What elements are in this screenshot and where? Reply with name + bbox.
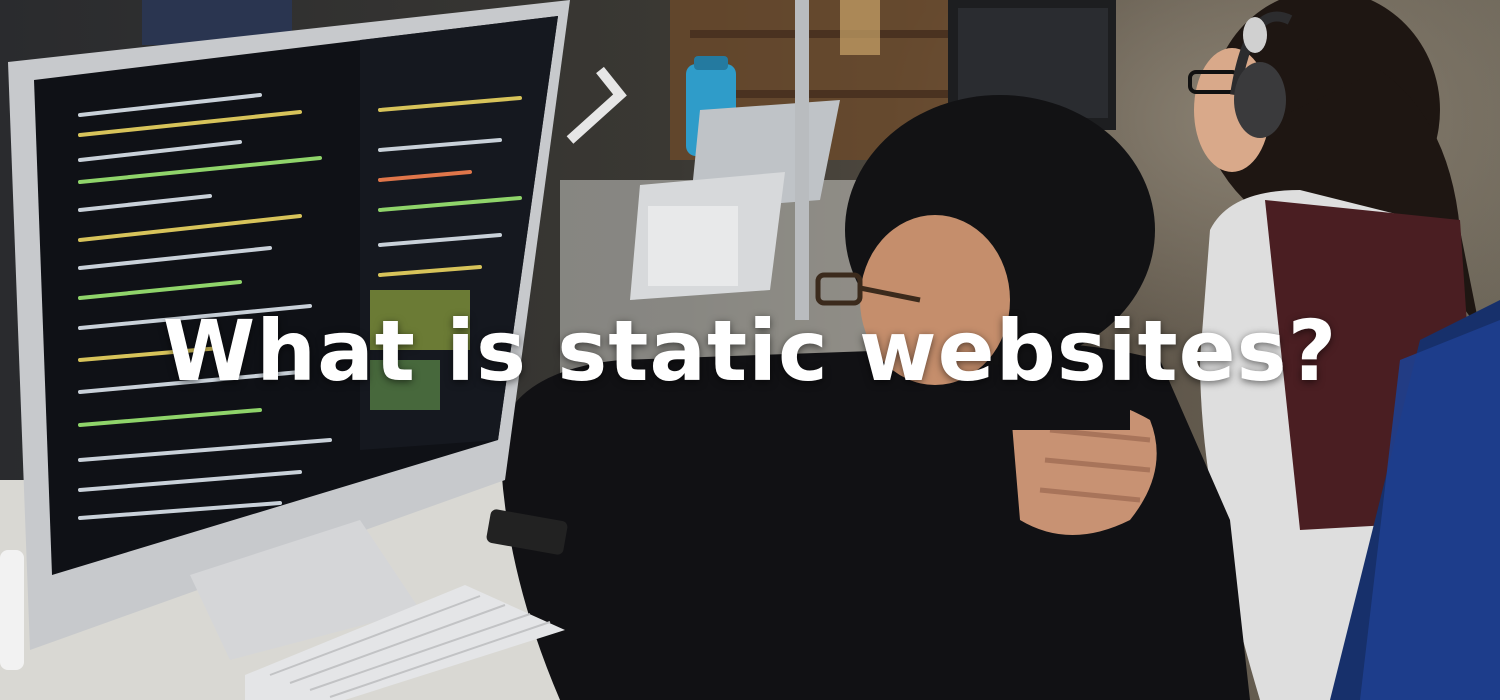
page-title: What is static websites? — [162, 302, 1338, 400]
hero-banner: What is static websites? — [0, 0, 1500, 700]
mug — [0, 550, 24, 670]
desk-lamp — [566, 66, 627, 144]
